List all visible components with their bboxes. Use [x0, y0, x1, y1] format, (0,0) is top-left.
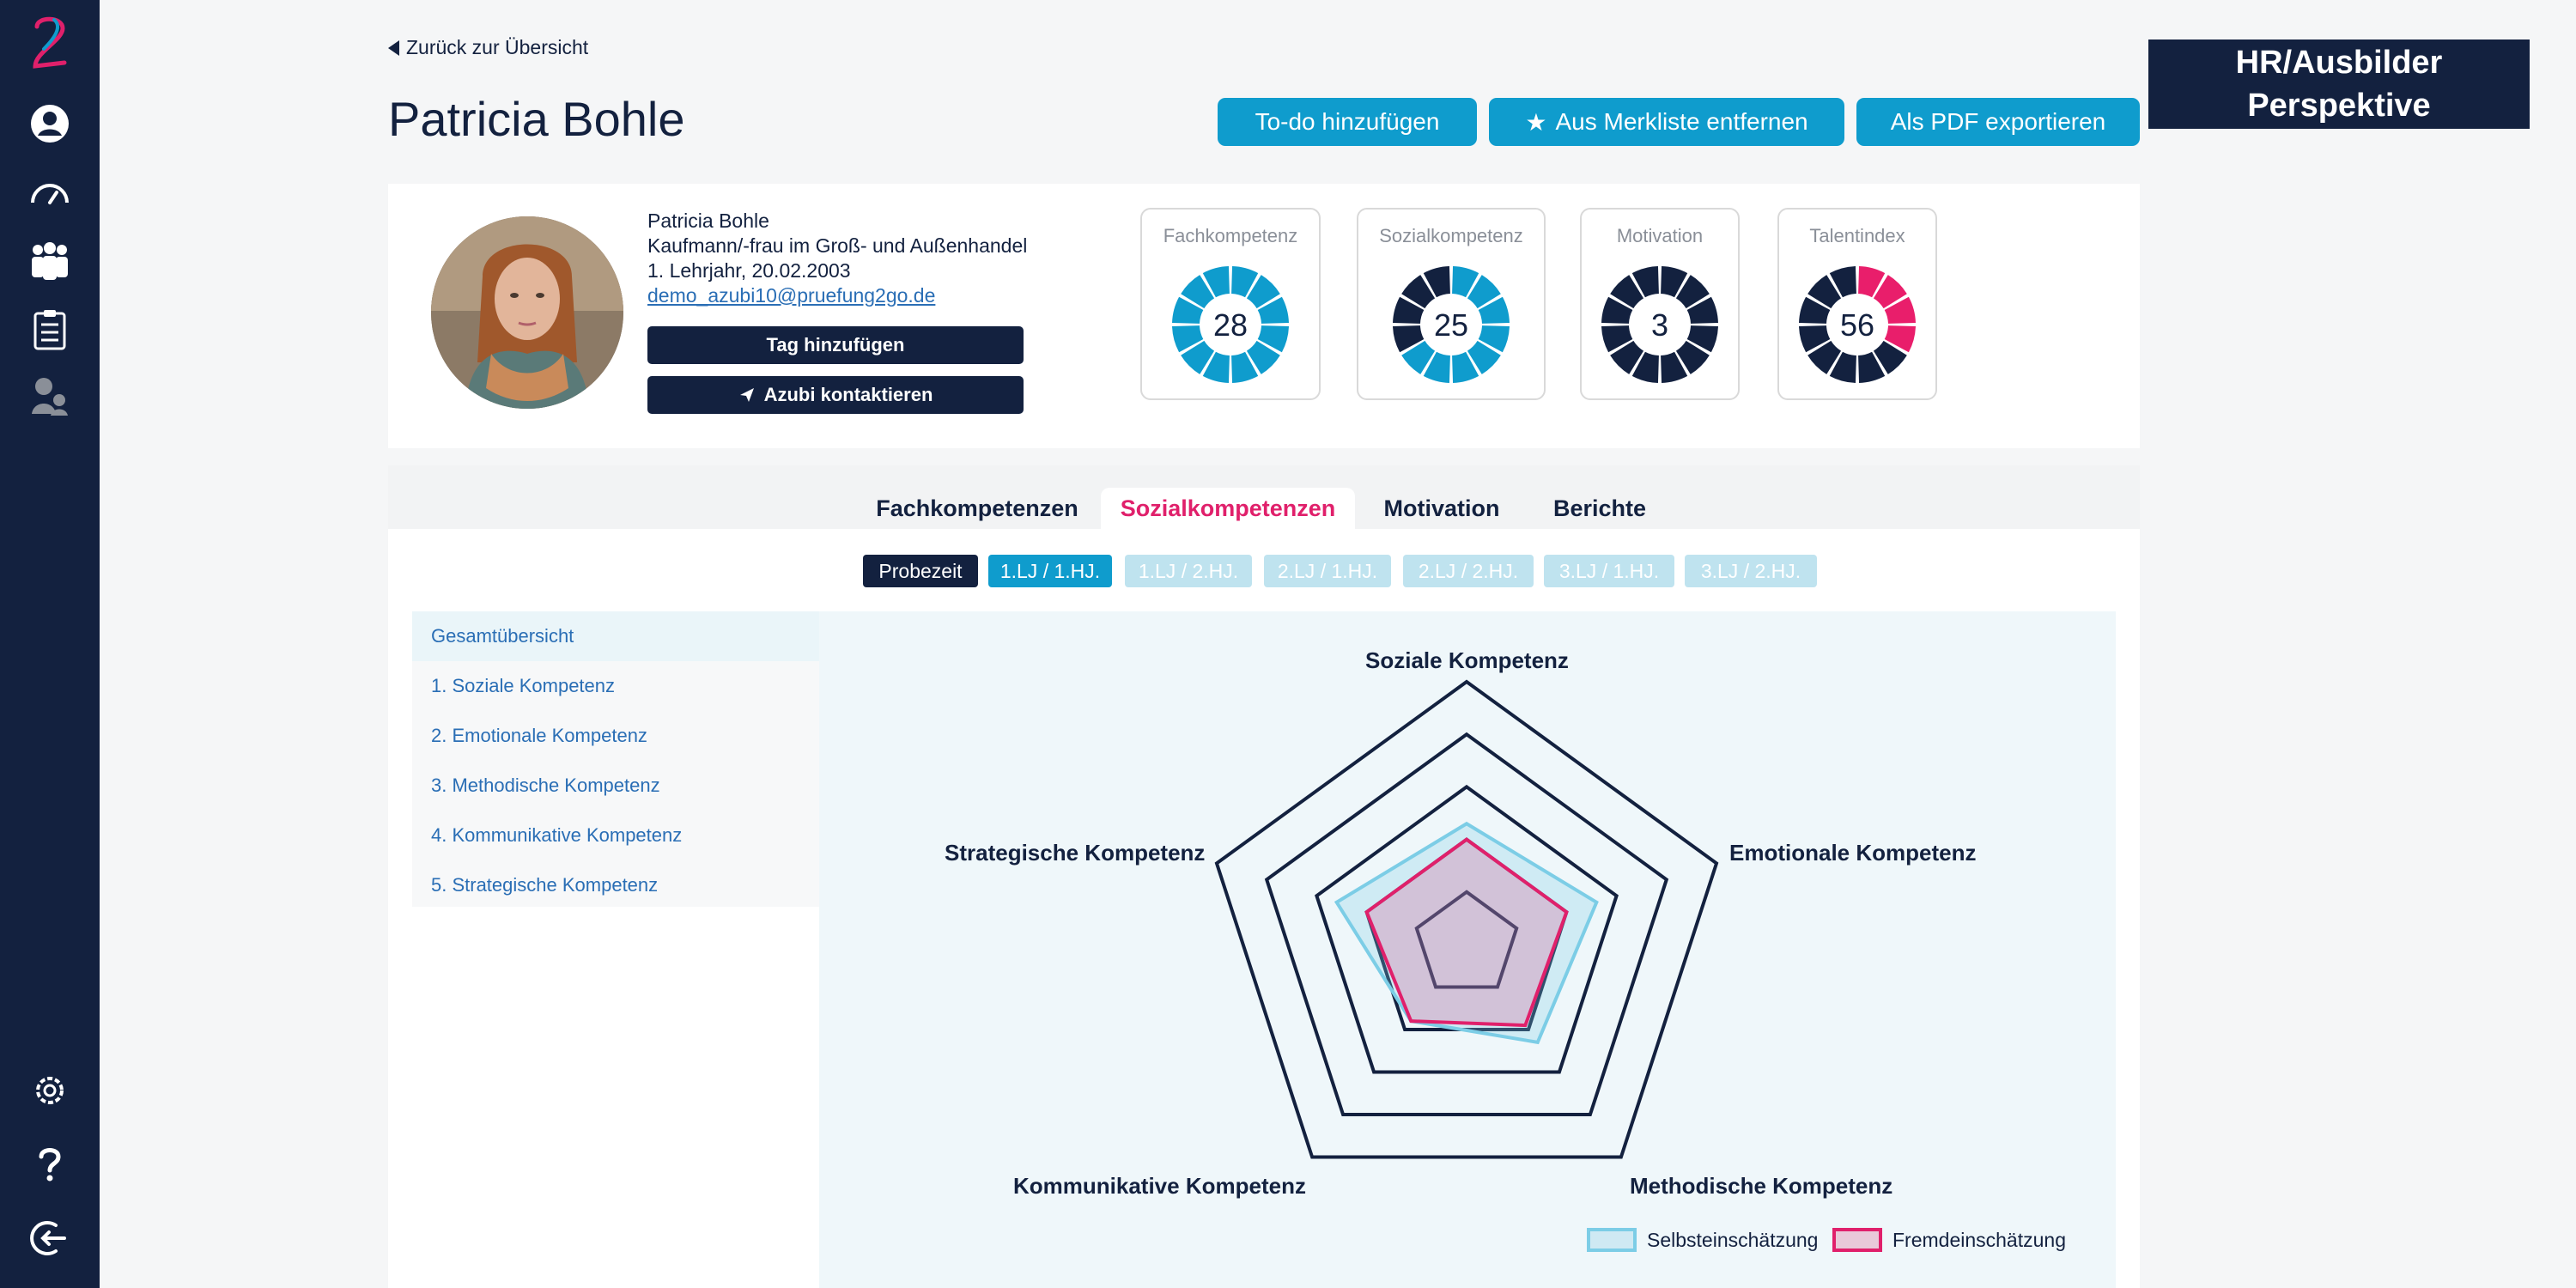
perspective-line2: Perspektive: [2247, 88, 2431, 124]
period-pill[interactable]: 2.LJ / 1.HJ.: [1264, 555, 1391, 587]
kpi-value: 56: [1840, 307, 1874, 343]
period-pill[interactable]: 1.LJ / 2.HJ.: [1125, 555, 1252, 587]
period-pill[interactable]: Probezeit: [863, 555, 978, 587]
axis-label-kommunikative: Kommunikative Kompetenz: [1013, 1173, 1306, 1199]
contact-trainee-button[interactable]: Azubi kontaktieren: [647, 376, 1024, 414]
kpi-value: 3: [1651, 307, 1668, 343]
subnav-item[interactable]: 3. Methodische Kompetenz: [412, 761, 819, 811]
kpi-card-fachkompetenz[interactable]: Fachkompetenz 28: [1140, 208, 1321, 400]
page-title: Patricia Bohle: [388, 92, 685, 146]
avatar: [431, 216, 623, 409]
period-pill[interactable]: 3.LJ / 2.HJ.: [1685, 555, 1817, 587]
axis-label-strategische: Strategische Kompetenz: [945, 840, 1206, 866]
kpi-card-motivation[interactable]: Motivation 3: [1580, 208, 1740, 400]
user-icon[interactable]: [22, 96, 77, 151]
legend-label: Fremdeinschätzung: [1893, 1228, 2066, 1251]
back-arrow-icon: [388, 39, 399, 56]
contact-trainee-label: Azubi kontaktieren: [763, 384, 933, 405]
kpi-label: Fachkompetenz: [1163, 225, 1298, 246]
legend-selbst: Selbsteinschätzung: [1587, 1228, 1818, 1252]
perspective-badge: HR/Ausbilder Perspektive: [2148, 39, 2530, 129]
sidebar: [0, 0, 100, 1288]
kpi-value: 25: [1434, 307, 1468, 343]
subnav-item[interactable]: Gesamtübersicht: [412, 611, 819, 661]
kpi-ring: 3: [1601, 266, 1718, 383]
dashboard-icon[interactable]: [22, 165, 77, 220]
profile-card: Patricia Bohle Kaufmann/-frau im Groß- u…: [388, 184, 2140, 448]
profile-occupation: Kaufmann/-frau im Groß- und Außenhandel: [647, 234, 1028, 257]
star-icon: ★: [1525, 108, 1547, 136]
back-link-label: Zurück zur Übersicht: [406, 36, 589, 58]
kpi-label: Sozialkompetenz: [1379, 225, 1523, 246]
profile-email-link[interactable]: demo_azubi10@pruefung2go.de: [647, 284, 935, 307]
add-tag-button[interactable]: Tag hinzufügen: [647, 326, 1024, 364]
kpi-ring: 28: [1172, 266, 1289, 383]
settings-icon[interactable]: [22, 1063, 77, 1118]
kpi-card-talentindex[interactable]: Talentindex 56: [1777, 208, 1937, 400]
period-pill[interactable]: 2.LJ / 2.HJ.: [1403, 555, 1534, 587]
tab-fachkompetenzen[interactable]: Fachkompetenzen: [872, 488, 1082, 529]
remove-watchlist-label: Aus Merkliste entfernen: [1555, 108, 1808, 135]
subnav-item[interactable]: 1. Soziale Kompetenz: [412, 661, 819, 711]
tab-sozialkompetenzen[interactable]: Sozialkompetenzen: [1101, 488, 1355, 529]
legend-swatch-fremd: [1832, 1228, 1882, 1252]
remove-watchlist-button[interactable]: ★ Aus Merkliste entfernen: [1489, 98, 1844, 146]
logout-icon[interactable]: [22, 1211, 77, 1266]
clipboard-icon[interactable]: [22, 302, 77, 357]
logo-icon[interactable]: [22, 16, 77, 72]
kpi-label: Talentindex: [1809, 225, 1905, 246]
legend-fremd: Fremdeinschätzung: [1832, 1228, 2066, 1252]
tab-berichte[interactable]: Berichte: [1539, 488, 1661, 529]
axis-label-soziale: Soziale Kompetenz: [1365, 647, 1569, 673]
subnav-item[interactable]: 2. Emotionale Kompetenz: [412, 711, 819, 761]
period-pill[interactable]: 1.LJ / 1.HJ.: [988, 555, 1112, 587]
period-pill[interactable]: 3.LJ / 1.HJ.: [1544, 555, 1674, 587]
add-todo-button[interactable]: To-do hinzufügen: [1218, 98, 1477, 146]
mentor-icon[interactable]: [22, 369, 77, 424]
perspective-line1: HR/Ausbilder: [2235, 45, 2443, 81]
kpi-ring: 56: [1799, 266, 1916, 383]
kpi-value: 28: [1213, 307, 1248, 343]
legend-label: Selbsteinschätzung: [1647, 1228, 1819, 1251]
group-icon[interactable]: [22, 234, 77, 289]
help-icon[interactable]: [22, 1137, 77, 1192]
subnav-item[interactable]: 5. Strategische Kompetenz: [412, 860, 819, 910]
export-pdf-button[interactable]: Als PDF exportieren: [1856, 98, 2140, 146]
axis-label-emotionale: Emotionale Kompetenz: [1729, 840, 1977, 866]
subnav-empty-area: [412, 907, 819, 1288]
kpi-card-sozialkompetenz[interactable]: Sozialkompetenz 25: [1357, 208, 1546, 400]
profile-year-birth: 1. Lehrjahr, 20.02.2003: [647, 259, 851, 282]
kpi-label: Motivation: [1616, 225, 1704, 246]
axis-label-methodische: Methodische Kompetenz: [1630, 1173, 1893, 1199]
profile-name: Patricia Bohle: [647, 210, 769, 232]
back-link[interactable]: Zurück zur Übersicht: [388, 36, 588, 59]
legend-swatch-selbst: [1587, 1228, 1637, 1252]
subnav: Gesamtübersicht 1. Soziale Kompetenz 2. …: [412, 611, 819, 910]
send-icon: [739, 388, 754, 402]
subnav-item[interactable]: 4. Kommunikative Kompetenz: [412, 811, 819, 860]
tab-motivation[interactable]: Motivation: [1370, 488, 1513, 529]
kpi-ring: 25: [1393, 266, 1510, 383]
